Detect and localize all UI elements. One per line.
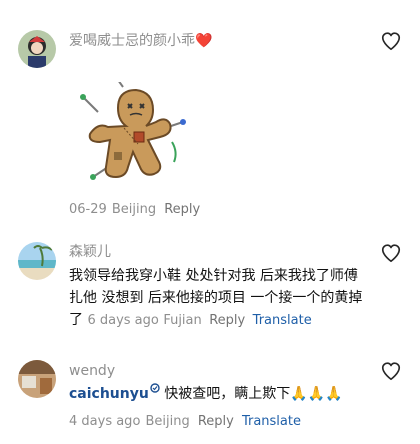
verified-badge-icon <box>150 383 160 393</box>
comment-text: caichunyu 快被查吧，瞒上欺下🙏🙏🙏 <box>69 383 368 405</box>
mention-link[interactable]: caichunyu <box>69 383 160 402</box>
translate-button[interactable]: Translate <box>242 414 301 429</box>
heart-emoji: ❤️ <box>195 33 213 49</box>
heart-outline-icon[interactable] <box>380 242 402 264</box>
comment-text-content: 快被查吧，瞒上欺下🙏🙏🙏 <box>159 386 343 402</box>
comment-text: 我领导给我穿小鞋 处处针对我 后来我找了师傅扎他 没想到 后来他接的项目 一个接… <box>69 265 368 332</box>
comment-date: 6 days ago <box>87 313 159 328</box>
reply-button[interactable]: Reply <box>164 202 200 217</box>
comment-date: 4 days ago <box>69 414 141 429</box>
comment-username[interactable]: wendy <box>69 362 368 380</box>
voodoo-doll-sticker <box>80 82 186 180</box>
comment-location: Beijing <box>111 202 157 217</box>
translate-button[interactable]: Translate <box>253 313 312 328</box>
comment-date: 06-29 <box>69 202 107 217</box>
heart-outline-icon[interactable] <box>380 360 402 382</box>
reply-button[interactable]: Reply <box>198 414 234 429</box>
avatar[interactable] <box>18 30 56 68</box>
comment-username[interactable]: 森颖儿 <box>69 243 368 261</box>
avatar[interactable] <box>18 360 56 398</box>
comment-location: Fujian <box>163 313 202 328</box>
comment-username[interactable]: 爱喝威士忌的颜小乖❤️ <box>69 32 368 50</box>
mention-username[interactable]: caichunyu <box>69 386 149 402</box>
username-text[interactable]: 爱喝威士忌的颜小乖 <box>69 33 195 49</box>
reply-button[interactable]: Reply <box>209 313 245 328</box>
heart-outline-icon[interactable] <box>380 30 402 52</box>
comment-location: Beijing <box>145 414 190 429</box>
avatar[interactable] <box>18 242 56 280</box>
